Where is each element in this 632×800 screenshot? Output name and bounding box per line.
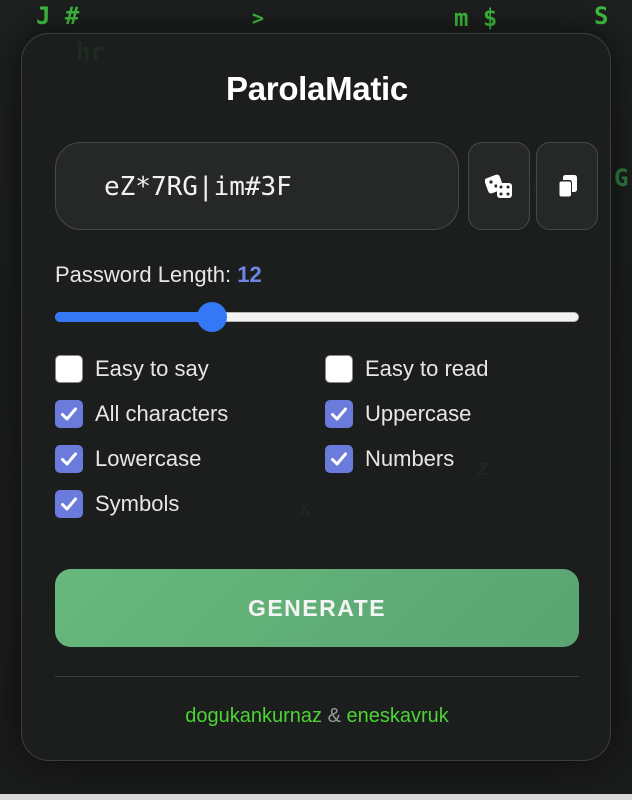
background-glyph: > [252, 6, 265, 30]
password-length-value: 12 [237, 262, 262, 287]
password-length-slider[interactable] [55, 302, 579, 332]
checkmark-icon [61, 452, 77, 466]
symbols-checkbox[interactable] [55, 490, 83, 518]
regenerate-button[interactable] [468, 142, 530, 230]
generate-button[interactable]: GENERATE [55, 569, 579, 647]
password-length-label: Password Length: 12 [55, 262, 262, 288]
copy-icon [558, 175, 577, 198]
background-glyph: m $ [454, 4, 498, 32]
option-label: Numbers [365, 446, 455, 471]
slider-fill [55, 312, 212, 322]
all-characters-checkbox[interactable] [55, 400, 83, 428]
numbers-checkbox[interactable] [325, 445, 353, 473]
option-label: Easy to say [95, 356, 209, 381]
password-length-text: Password Length: [55, 262, 232, 287]
checkmark-icon [331, 452, 347, 466]
option-label: Lowercase [95, 446, 202, 471]
copy-button[interactable] [536, 142, 598, 230]
dice-icon [485, 174, 512, 198]
password-text[interactable]: eZ*7RG|im#3F [104, 171, 292, 203]
option-label: Uppercase [365, 401, 472, 426]
password-output[interactable]: eZ*7RG|im#3F [55, 142, 459, 230]
checkmark-icon [61, 497, 77, 511]
background-glyph: G [614, 164, 629, 192]
slider-thumb[interactable] [197, 302, 227, 332]
background-glyph: J # [36, 2, 80, 30]
checkmark-icon [331, 407, 347, 421]
checkmark-icon [61, 407, 77, 421]
option-label: Easy to read [365, 356, 489, 381]
credits-separator: & [327, 705, 341, 727]
option-label: All characters [95, 401, 229, 426]
easy-to-read-checkbox[interactable] [325, 355, 353, 383]
app-title: ParolaMatic [226, 70, 408, 107]
option-label: Symbols [95, 491, 180, 516]
footer-divider [55, 676, 579, 677]
easy-to-say-checkbox[interactable] [55, 355, 83, 383]
background-glyph: S [594, 2, 609, 30]
lowercase-checkbox[interactable] [55, 445, 83, 473]
generator-panel: ParolaMatic eZ*7RG|im#3F Password Length… [21, 33, 611, 761]
author-link-dogukankurnaz[interactable]: dogukankurnaz [185, 705, 322, 727]
author-link-eneskavruk[interactable]: eneskavruk [346, 705, 448, 727]
footer-credits: dogukankurnaz & eneskavruk [22, 705, 612, 728]
window-bottom-edge [0, 794, 632, 800]
generate-button-label: GENERATE [247, 595, 387, 621]
uppercase-checkbox[interactable] [325, 400, 353, 428]
